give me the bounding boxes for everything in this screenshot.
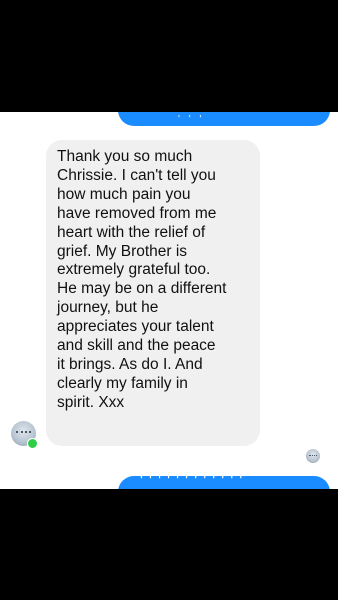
- outgoing-message-fragment-bottom: ' ' ' ' ' ' ' ' ' ' ' ': [140, 472, 244, 489]
- incoming-message-text: Thank you so much Chrissie. I can't tell…: [57, 148, 227, 411]
- outgoing-message-bubble[interactable]: ' ' ': [118, 112, 330, 126]
- read-receipt-figure: [309, 455, 317, 459]
- outgoing-message-bubble-bottom[interactable]: ' ' ' ' ' ' ' ' ' ' ' ': [118, 472, 330, 489]
- chat-conversation[interactable]: ' ' ' Thank you so much Chrissie. I can'…: [0, 112, 338, 489]
- online-dot-icon: [27, 438, 38, 449]
- read-receipt-avatar-icon: [306, 449, 320, 463]
- outgoing-message-fragment: ' ' ': [178, 114, 205, 125]
- incoming-message-bubble[interactable]: Thank you so much Chrissie. I can't tell…: [46, 140, 260, 446]
